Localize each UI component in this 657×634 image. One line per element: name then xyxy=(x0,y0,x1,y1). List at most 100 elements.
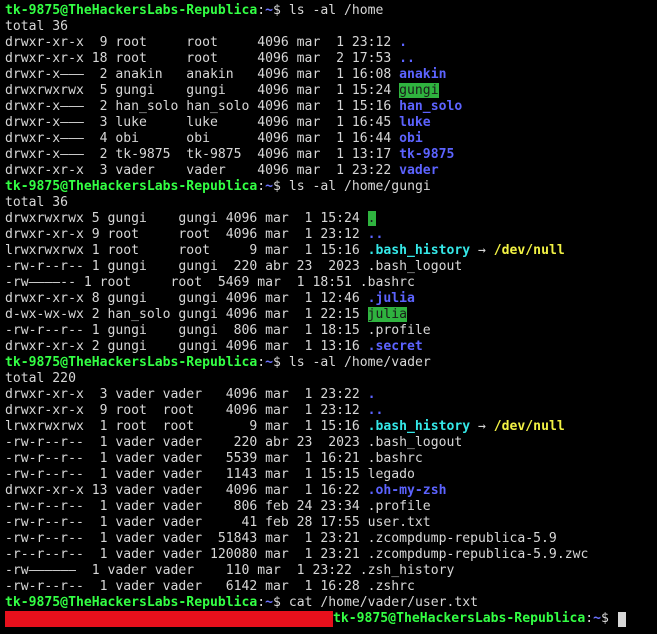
listing-row: drwxr-xr-x 3 vader vader 4096 mar 1 23:2… xyxy=(5,163,657,179)
listing-row: -rw-r--r-- 1 vader vader 5539 mar 1 16:2… xyxy=(5,451,657,467)
listing-row: drwxr-x——— 2 tk-9875 tk-9875 4096 mar 1 … xyxy=(5,147,657,163)
listing-row: drwxr-x——— 4 obi obi 4096 mar 1 16:44 ob… xyxy=(5,131,657,147)
file-name: .bash_logout xyxy=(367,259,463,274)
listing-row-symlink: lrwxrwxrwx 1 root root 9 mar 1 15:16 .ba… xyxy=(5,419,657,435)
command-text: ls -al /home/vader xyxy=(288,355,431,370)
listing-row: drwxr-xr-x 3 vader vader 4096 mar 1 23:2… xyxy=(5,387,657,403)
prompt-line: tk-9875@TheHackersLabs-Republica:~$ ls -… xyxy=(5,179,657,195)
output-text: total 36 xyxy=(5,19,69,34)
listing-row: drwxr-x——— 2 han_solo han_solo 4096 mar … xyxy=(5,99,657,115)
prompt-symbol: $ xyxy=(273,595,289,610)
listing-details: drwxr-xr-x 3 vader vader 4096 mar 1 23:2… xyxy=(5,387,368,402)
listing-row: drwxr-x——— 2 anakin anakin 4096 mar 1 16… xyxy=(5,67,657,83)
symlink-target: /dev/null xyxy=(493,419,565,434)
output-total-line: total 220 xyxy=(5,371,657,387)
listing-details: d-wx-wx-wx 2 han_solo gungi 4096 mar 1 2… xyxy=(5,307,368,322)
listing-details: drwxr-xr-x 8 gungi gungi 4096 mar 1 12:4… xyxy=(5,291,368,306)
listing-details: drwxr-xr-x 9 root root 4096 mar 1 23:12 xyxy=(5,227,368,242)
directory-name: .. xyxy=(367,227,384,242)
file-name: .bashrc xyxy=(367,451,423,466)
prompt-user-host: tk-9875@TheHackersLabs-Republica xyxy=(5,595,258,610)
listing-details: drwxr-xr-x 13 vader vader 4096 mar 1 16:… xyxy=(5,483,368,498)
prompt-separator: : xyxy=(257,179,266,194)
listing-row: -rw-r--r-- 1 gungi gungi 220 abr 23 2023… xyxy=(5,259,657,275)
other-writable-directory-name: julia xyxy=(367,307,408,322)
directory-name: .. xyxy=(367,403,384,418)
prompt-separator: : xyxy=(257,355,266,370)
listing-row: -r--r--r-- 1 vader vader 120080 mar 1 23… xyxy=(5,547,657,563)
listing-details: drwxr-x——— 4 obi obi 4096 mar 1 16:44 xyxy=(5,131,400,146)
symlink-target: /dev/null xyxy=(493,243,565,258)
listing-row: drwxr-xr-x 2 gungi gungi 4096 mar 1 13:1… xyxy=(5,339,657,355)
output-total-line: total 36 xyxy=(5,195,657,211)
listing-details: lrwxrwxrwx 1 root root 9 mar 1 15:16 xyxy=(5,243,368,258)
prompt-user-host: tk-9875@TheHackersLabs-Republica xyxy=(5,179,258,194)
prompt-symbol: $ xyxy=(601,611,617,626)
listing-row: drwxr-xr-x 8 gungi gungi 4096 mar 1 12:4… xyxy=(5,291,657,307)
listing-details: -rw—————— 1 vader vader 110 mar 1 23:22 xyxy=(5,563,360,578)
file-name: .bash_logout xyxy=(367,435,463,450)
listing-details: -rw-r--r-- 1 vader vader 6142 mar 1 16:2… xyxy=(5,579,368,594)
listing-details: -rw-r--r-- 1 gungi gungi 220 abr 23 2023 xyxy=(5,259,368,274)
listing-details: drwxrwxrwx 5 gungi gungi 4096 mar 1 15:2… xyxy=(5,83,400,98)
directory-name: vader xyxy=(399,163,439,178)
file-name: .zshrc xyxy=(367,579,415,594)
directory-name: anakin xyxy=(399,67,447,82)
prompt-separator: : xyxy=(257,3,266,18)
listing-details: drwxr-xr-x 18 root root 4096 mar 2 17:53 xyxy=(5,51,400,66)
listing-row: -rw-r--r-- 1 vader vader 806 feb 24 23:3… xyxy=(5,499,657,515)
listing-details: drwxrwxrwx 5 gungi gungi 4096 mar 1 15:2… xyxy=(5,211,368,226)
directory-name: han_solo xyxy=(399,99,463,114)
directory-name: .oh-my-zsh xyxy=(367,483,447,498)
directory-name: tk-9875 xyxy=(399,147,455,162)
listing-details: drwxr-xr-x 9 root root 4096 mar 1 23:12 xyxy=(5,403,368,418)
file-name: .zcompdump-republica-5.9 xyxy=(367,531,557,546)
listing-row: drwxrwxrwx 5 gungi gungi 4096 mar 1 15:2… xyxy=(5,211,657,227)
listing-row: -rw-r--r-- 1 vader vader 41 feb 28 17:55… xyxy=(5,515,657,531)
file-name: .profile xyxy=(367,323,431,338)
prompt-path: ~ xyxy=(265,595,274,610)
listing-details: drwxr-xr-x 9 root root 4096 mar 1 23:12 xyxy=(5,35,400,50)
listing-details: drwxr-xr-x 2 gungi gungi 4096 mar 1 13:1… xyxy=(5,339,368,354)
listing-row: -rw-r--r-- 1 vader vader 220 abr 23 2023… xyxy=(5,435,657,451)
prompt-user-host: tk-9875@TheHackersLabs-Republica xyxy=(333,611,586,626)
prompt-path: ~ xyxy=(265,3,274,18)
listing-details: drwxr-x——— 2 tk-9875 tk-9875 4096 mar 1 … xyxy=(5,147,400,162)
listing-details: lrwxrwxrwx 1 root root 9 mar 1 15:16 xyxy=(5,419,368,434)
listing-row: drwxr-x——— 3 luke luke 4096 mar 1 16:45 … xyxy=(5,115,657,131)
cursor-block[interactable] xyxy=(617,612,626,627)
prompt-line: tk-9875@TheHackersLabs-Republica:~$ cat … xyxy=(5,595,657,611)
listing-row: -rw————-- 1 root root 5469 mar 1 18:51 .… xyxy=(5,275,657,291)
listing-row: -rw-r--r-- 1 vader vader 51843 mar 1 23:… xyxy=(5,531,657,547)
prompt-symbol: $ xyxy=(273,355,289,370)
listing-row: -rw-r--r-- 1 vader vader 6142 mar 1 16:2… xyxy=(5,579,657,595)
listing-details: -rw————-- 1 root root 5469 mar 1 18:51 xyxy=(5,275,360,290)
listing-row: drwxrwxrwx 5 gungi gungi 4096 mar 1 15:2… xyxy=(5,83,657,99)
prompt-separator: : xyxy=(585,611,594,626)
redacted-output-block xyxy=(5,611,333,627)
listing-details: -r--r--r-- 1 vader vader 120080 mar 1 23… xyxy=(5,547,368,562)
prompt-symbol: $ xyxy=(273,3,289,18)
listing-row: drwxr-xr-x 9 root root 4096 mar 1 23:12 … xyxy=(5,227,657,243)
command-text: ls -al /home/gungi xyxy=(288,179,431,194)
listing-row: drwxr-xr-x 13 vader vader 4096 mar 1 16:… xyxy=(5,483,657,499)
symlink-name: .bash_history xyxy=(367,419,471,434)
listing-row: -rw-r--r-- 1 vader vader 1143 mar 1 15:1… xyxy=(5,467,657,483)
output-text: total 220 xyxy=(5,371,76,386)
listing-details: -rw-r--r-- 1 gungi gungi 806 mar 1 18:15 xyxy=(5,323,368,338)
file-name: .zcompdump-republica-5.9.zwc xyxy=(367,547,589,562)
file-name: .zsh_history xyxy=(359,563,455,578)
prompt-line: tk-9875@TheHackersLabs-Republica:~$ ls -… xyxy=(5,3,657,19)
file-name: .profile xyxy=(367,499,431,514)
listing-details: drwxr-x——— 2 anakin anakin 4096 mar 1 16… xyxy=(5,67,400,82)
directory-name: . xyxy=(367,387,376,402)
directory-name: luke xyxy=(399,115,431,130)
prompt-symbol: $ xyxy=(273,179,289,194)
listing-row: -rw—————— 1 vader vader 110 mar 1 23:22 … xyxy=(5,563,657,579)
listing-details: -rw-r--r-- 1 vader vader 1143 mar 1 15:1… xyxy=(5,467,368,482)
listing-details: -rw-r--r-- 1 vader vader 806 feb 24 23:3… xyxy=(5,499,368,514)
prompt-path: ~ xyxy=(265,179,274,194)
listing-details: drwxr-xr-x 3 vader vader 4096 mar 1 23:2… xyxy=(5,163,400,178)
symlink-name: .bash_history xyxy=(367,243,471,258)
terminal-window[interactable]: tk-9875@TheHackersLabs-Republica:~$ ls -… xyxy=(0,0,657,634)
